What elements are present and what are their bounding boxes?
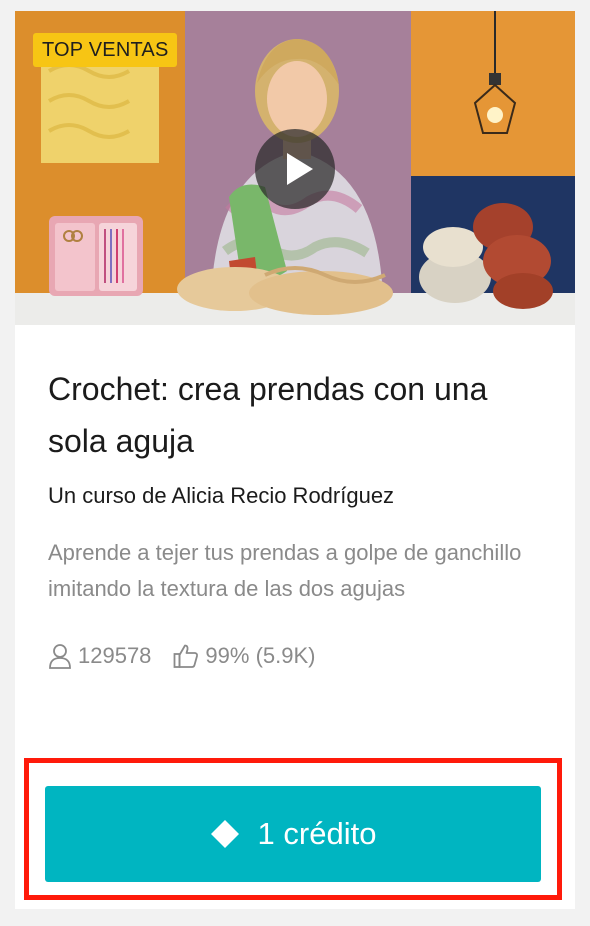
course-title[interactable]: Crochet: crea prendas con una sola aguja <box>48 363 548 467</box>
cta-highlight: 1 crédito <box>24 758 562 900</box>
play-icon <box>287 153 313 185</box>
top-sales-badge: TOP VENTAS <box>33 33 178 67</box>
course-card[interactable]: TOP VENTAS Crochet: crea prendas con una… <box>15 11 575 909</box>
students-stat: 129578 <box>48 643 151 669</box>
user-icon <box>49 644 71 669</box>
students-count: 129578 <box>78 643 152 668</box>
course-thumbnail[interactable]: TOP VENTAS <box>15 11 575 325</box>
page: TOP VENTAS Crochet: crea prendas con una… <box>0 0 590 926</box>
cta-label: 1 crédito <box>257 816 377 851</box>
rating-stat: 99% (5.9K) <box>173 643 315 669</box>
course-author[interactable]: Un curso de Alicia Recio Rodríguez <box>48 481 394 511</box>
rating-value: 99% (5.9K) <box>205 643 316 668</box>
buy-with-credit-button[interactable]: 1 crédito <box>45 786 541 882</box>
play-button[interactable] <box>255 129 335 209</box>
course-description: Aprende a tejer tus prendas a golpe de g… <box>48 540 522 601</box>
diamond-icon <box>210 820 239 848</box>
thumbs-up-icon <box>174 644 199 668</box>
course-stats: 129578 99% (5.9K) <box>48 641 337 671</box>
